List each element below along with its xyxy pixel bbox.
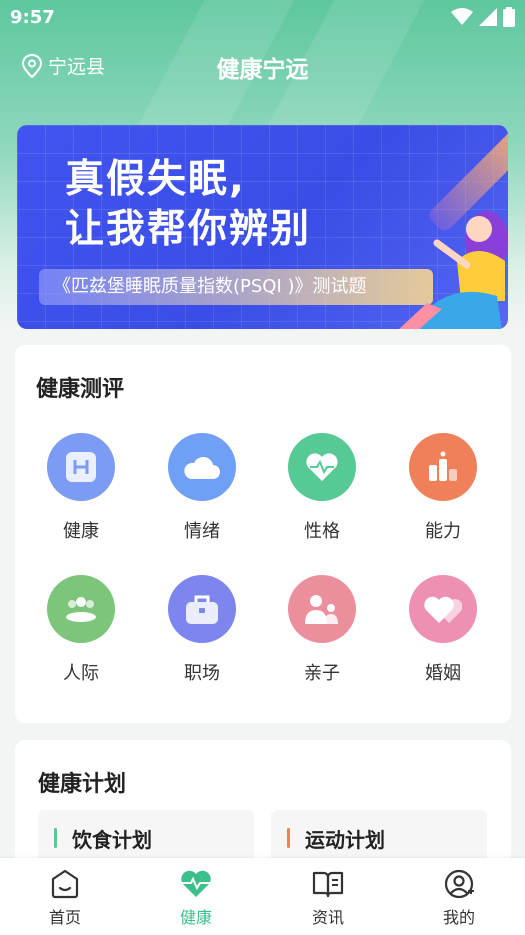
tab-label: 健康: [179, 908, 212, 927]
plan-title: 健康计划: [38, 772, 127, 797]
briefcase-icon: [168, 575, 236, 643]
assessment-item-social[interactable]: 人际: [26, 575, 136, 685]
cloud-icon: [168, 433, 236, 501]
assessment-card: 健康测评 健康 情绪 性格 能力 人际 职场 亲子 婚姻: [15, 345, 511, 723]
people-icon: [47, 575, 115, 643]
assessment-title: 健康测评: [36, 377, 125, 402]
heart-pulse-icon: [288, 433, 356, 501]
health-h-icon: [47, 433, 115, 501]
tab-label: 首页: [48, 908, 81, 927]
wifi-icon: [451, 8, 473, 25]
user-icon: [399, 868, 519, 900]
plan-item-label: 运动计划: [305, 828, 385, 852]
home-icon: [5, 868, 125, 900]
tab-label: 资讯: [311, 908, 344, 927]
status-bar: 9:57: [0, 0, 525, 36]
banner-illustration: [399, 211, 508, 329]
banner-headline: 真假失眠, 让我帮你辨别: [65, 155, 311, 255]
book-icon: [268, 868, 388, 900]
assessment-item-parenting[interactable]: 亲子: [267, 575, 377, 685]
banner-headline-line2: 让我帮你辨别: [65, 207, 312, 252]
hearts-icon: [409, 575, 477, 643]
top-bar: 宁远县 健康宁远: [0, 44, 525, 90]
banner-headline-line1: 真假失眠,: [65, 157, 246, 202]
tab-home[interactable]: 首页: [5, 868, 125, 928]
plan-item-label: 饮食计划: [72, 828, 152, 852]
banner-subtitle: 《匹兹堡睡眠质量指数(PSQI )》测试题: [39, 269, 433, 305]
heart-pulse-icon: [136, 868, 256, 900]
assessment-item-label: 健康: [63, 521, 99, 542]
tab-label: 我的: [442, 908, 475, 927]
battery-icon: [503, 7, 515, 27]
assessment-item-label: 职场: [184, 663, 220, 684]
status-icons: [451, 7, 515, 27]
assessment-item-label: 性格: [304, 521, 340, 542]
assessment-item-label: 情绪: [184, 521, 220, 542]
assessment-item-health[interactable]: 健康: [26, 433, 136, 543]
signal-icon: [479, 8, 497, 26]
assessment-item-label: 婚姻: [425, 663, 461, 684]
promo-banner[interactable]: 真假失眠, 让我帮你辨别 《匹兹堡睡眠质量指数(PSQI )》测试题: [17, 125, 508, 329]
assessment-item-label: 能力: [425, 521, 461, 542]
assessment-item-label: 亲子: [304, 663, 340, 684]
tab-news[interactable]: 资讯: [268, 868, 388, 928]
assessment-item-emotion[interactable]: 情绪: [147, 433, 257, 543]
page-title: 健康宁远: [216, 57, 309, 83]
assessment-item-personality[interactable]: 性格: [267, 433, 377, 543]
status-time: 9:57: [10, 7, 55, 28]
bar-chart-icon: [409, 433, 477, 501]
tab-health[interactable]: 健康: [136, 868, 256, 928]
assessment-item-marriage[interactable]: 婚姻: [388, 575, 498, 685]
parent-child-icon: [288, 575, 356, 643]
assessment-item-label: 人际: [63, 663, 99, 684]
assessment-item-ability[interactable]: 能力: [388, 433, 498, 543]
tab-profile[interactable]: 我的: [399, 868, 519, 928]
assessment-item-workplace[interactable]: 职场: [147, 575, 257, 685]
bottom-tab-bar: 首页 健康 资讯 我的: [0, 858, 525, 935]
